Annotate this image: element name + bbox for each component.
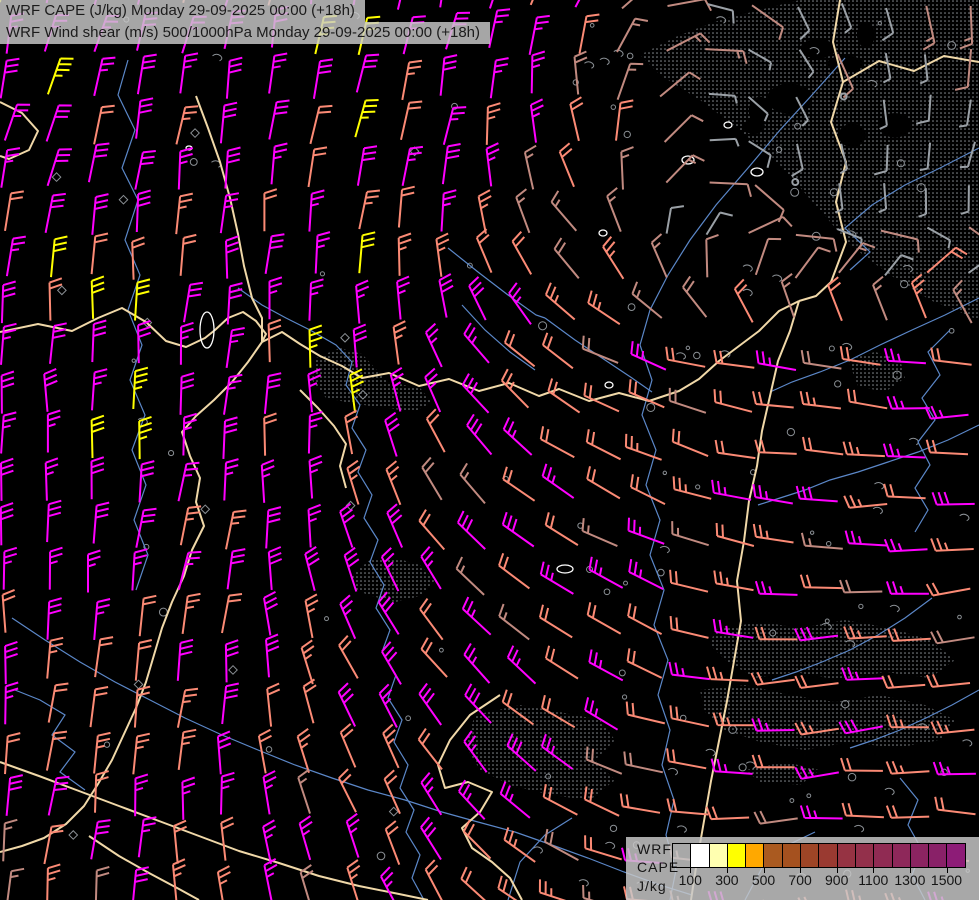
legend-swatch (745, 843, 764, 868)
title-overlay: WRF CAPE (J/kg) Monday 29-09-2025 00:00 … (0, 0, 490, 44)
legend-swatch (837, 843, 856, 868)
legend-swatch (892, 843, 911, 868)
legend-swatch (800, 843, 819, 868)
legend-swatch (910, 843, 929, 868)
legend-swatch (709, 843, 728, 868)
legend-swatch (782, 843, 801, 868)
legend-model-label: WRF (637, 841, 672, 857)
legend-swatch (763, 843, 782, 868)
legend-swatch (946, 843, 965, 868)
legend-swatch (690, 843, 709, 868)
legend-swatch (928, 843, 947, 868)
legend-swatch (855, 843, 874, 868)
legend-swatch (873, 843, 892, 868)
cape-legend: WRF CAPE J/kg 10030050070090011001300150… (626, 837, 979, 900)
legend-tick-label: 1500 (925, 872, 969, 888)
legend-swatch (818, 843, 837, 868)
map-canvas (0, 0, 979, 900)
legend-unit-label: J/kg (637, 878, 667, 894)
title-line-cape: WRF CAPE (J/kg) Monday 29-09-2025 00:00 … (0, 0, 365, 22)
weather-map-view: WRF CAPE (J/kg) Monday 29-09-2025 00:00 … (0, 0, 979, 900)
legend-swatch (672, 843, 691, 868)
legend-swatch (727, 843, 746, 868)
title-line-shear: WRF Wind shear (m/s) 500/1000hPa Monday … (0, 22, 490, 44)
legend-colorbar (672, 843, 966, 868)
